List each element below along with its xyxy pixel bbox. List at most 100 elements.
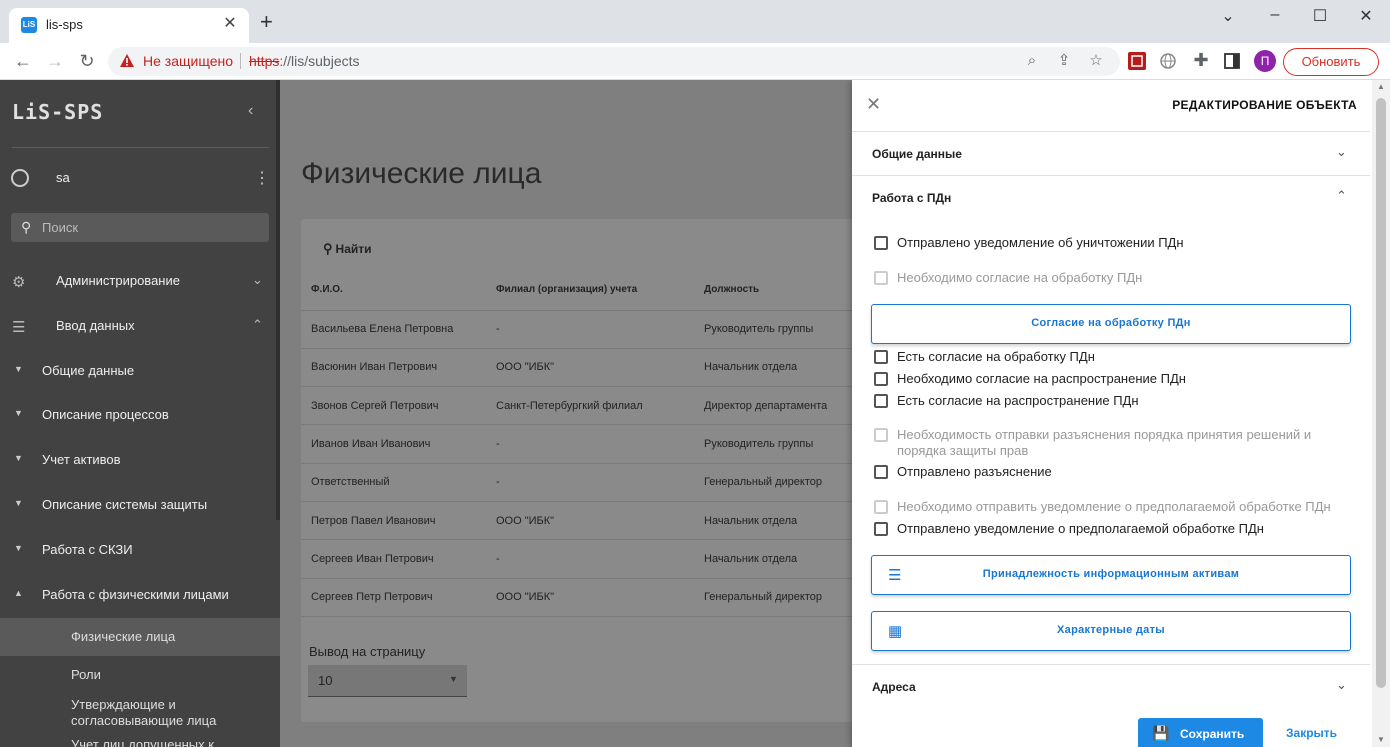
- zoom-icon[interactable]: ⌕: [1022, 51, 1042, 71]
- back-icon[interactable]: ←: [12, 51, 34, 71]
- cell-name: Звонов Сергей Петрович: [301, 386, 486, 426]
- checkbox-label: Есть согласие на обработку ПДн: [897, 349, 1095, 364]
- table-row[interactable]: Иванов Иван Иванович - Руководитель группы: [301, 424, 871, 464]
- persons-table: Ф.И.О. Филиал (организация) учета Должно…: [301, 270, 871, 617]
- warning-icon: [120, 54, 134, 67]
- sidebar-item-label: Описание процессов: [42, 407, 169, 422]
- cell-name: Васильева Елена Петровна: [301, 310, 486, 349]
- tab-search-icon[interactable]: ⌄: [1213, 6, 1243, 26]
- update-button[interactable]: Обновить: [1283, 48, 1379, 76]
- sidebar-item-label: Работа с СКЗИ: [42, 542, 133, 557]
- consent-button[interactable]: Согласие на обработку ПДн: [871, 304, 1351, 344]
- side-panel-icon[interactable]: [1223, 52, 1241, 70]
- table-header-row: Ф.И.О. Филиал (организация) учета Должно…: [301, 270, 871, 311]
- accordion-title: Работа с ПДн: [872, 191, 952, 205]
- triangle-down-icon: ▼: [14, 364, 23, 374]
- drawer-scrollbar[interactable]: ▲ ▼: [1372, 80, 1390, 747]
- checkbox-label: Отправлено уведомление об уничтожении ПД…: [897, 235, 1184, 250]
- table-row[interactable]: Петров Павел Иванович ООО "ИБК" Начальник …: [301, 501, 871, 541]
- sidebar-item-label: Физические лица: [71, 629, 176, 644]
- checkbox: [874, 428, 888, 442]
- accordion-addresses[interactable]: Адреса ⌄: [852, 664, 1370, 708]
- share-icon[interactable]: ⇪: [1054, 51, 1074, 71]
- column-header-branch[interactable]: Филиал (организация) учета: [486, 270, 694, 311]
- scroll-thumb[interactable]: [1376, 98, 1386, 688]
- cell-position: Руководитель группы: [694, 310, 871, 349]
- assets-button[interactable]: ☰ Принадлежность информационным активам: [871, 555, 1351, 595]
- checkbox[interactable]: [874, 350, 888, 364]
- sidebar-item-administration[interactable]: ⚙ Администрирование ⌄: [0, 263, 280, 299]
- sidebar-item-data-input[interactable]: ☰ Ввод данных ⌃: [0, 308, 280, 344]
- accordion-general[interactable]: Общие данные ⌄: [852, 131, 1370, 175]
- page-title: Физические лица: [301, 157, 542, 190]
- sidebar-subitem-skzi[interactable]: ▼ Работа с СКЗИ: [0, 532, 280, 568]
- checkbox[interactable]: [874, 465, 888, 479]
- browser-tab[interactable]: LiS lis-sps ✕: [9, 8, 249, 43]
- address-bar[interactable]: Не защищено https://lis/subjects ⌕ ⇪ ☆: [108, 47, 1120, 76]
- checkbox[interactable]: [874, 372, 888, 386]
- sidebar-item-individuals[interactable]: Физические лица: [0, 618, 280, 656]
- tab-close-icon[interactable]: ✕: [221, 15, 239, 33]
- close-button[interactable]: Закрыть: [1286, 726, 1337, 740]
- browser-tabstrip: LiS lis-sps ✕ + ⌄ – ☐ ✕: [0, 0, 1390, 43]
- edit-drawer: ✕ РЕДАКТИРОВАНИЕ ОБЪЕКТА Общие данные ⌄ …: [852, 80, 1372, 747]
- cell-branch: Санкт-Петербургкий филиал: [486, 386, 694, 426]
- sidebar-search-input[interactable]: ⚲ Поиск: [11, 213, 269, 242]
- bookmark-star-icon[interactable]: ☆: [1086, 51, 1106, 71]
- sidebar-subitem-general[interactable]: ▼ Общие данные: [0, 353, 280, 389]
- per-page-select[interactable]: 10 ▼: [308, 665, 467, 697]
- save-button[interactable]: 💾 Сохранить: [1138, 718, 1263, 747]
- search-placeholder: Поиск: [42, 220, 79, 235]
- collapse-sidebar-icon[interactable]: ‹: [248, 102, 253, 120]
- cell-position: Начальник отдела: [694, 539, 871, 579]
- close-icon[interactable]: ✕: [866, 94, 881, 115]
- sidebar-subitem-protection[interactable]: ▼ Описание системы защиты: [0, 487, 280, 523]
- cell-position: Руководитель группы: [694, 424, 871, 464]
- scroll-down-icon[interactable]: ▼: [1377, 735, 1385, 744]
- sidebar-subitem-assets[interactable]: ▼ Учет активов: [0, 442, 280, 478]
- table-row[interactable]: Сергеев Иван Петрович - Начальник отдела: [301, 539, 871, 579]
- globe-icon[interactable]: [1159, 52, 1177, 70]
- table-row[interactable]: Звонов Сергей Петрович Санкт-Петербургкий…: [301, 386, 871, 426]
- user-icon: [11, 169, 29, 187]
- table-row[interactable]: Сергеев Петр Петрович ООО "ИБК" Генеральны…: [301, 578, 871, 617]
- scroll-up-icon[interactable]: ▲: [1377, 82, 1385, 91]
- column-header-name[interactable]: Ф.И.О.: [301, 270, 486, 311]
- accordion-pdn[interactable]: Работа с ПДн ⌃: [852, 175, 1370, 219]
- table-row[interactable]: Васюнин Иван Петрович ООО "ИБК" Начальник …: [301, 348, 871, 388]
- forward-icon[interactable]: →: [44, 51, 66, 71]
- sidebar-item-admitted[interactable]: Учет лиц допущенных к: [0, 737, 280, 747]
- profile-avatar[interactable]: П: [1254, 50, 1276, 72]
- sidebar-subitem-processes[interactable]: ▼ Описание процессов: [0, 397, 280, 433]
- chevron-down-icon: ⌄: [1336, 144, 1347, 159]
- logo: LiS-SPS: [12, 100, 104, 124]
- find-button[interactable]: ⚲ Найти: [323, 241, 372, 257]
- sidebar-item-approvers[interactable]: Утверждающие и согласовывающие лица: [0, 697, 280, 733]
- sidebar-item-roles[interactable]: Роли: [0, 665, 280, 695]
- minimize-icon[interactable]: –: [1260, 6, 1290, 24]
- checkbox[interactable]: [874, 394, 888, 408]
- cell-position: Начальник отдела: [694, 348, 871, 388]
- column-header-position[interactable]: Должность: [694, 270, 871, 311]
- person-search-icon: ⚲: [323, 241, 333, 256]
- table-row[interactable]: Васильева Елена Петровна - Руководитель гр…: [301, 310, 871, 349]
- user-menu-icon[interactable]: ⋮: [254, 168, 270, 188]
- checkbox[interactable]: [874, 236, 888, 250]
- sidebar-item-label: Ввод данных: [56, 318, 135, 333]
- extension-icon[interactable]: [1128, 52, 1146, 70]
- table-row[interactable]: Ответственный - Генеральный директор: [301, 463, 871, 502]
- dates-button-label: Характерные даты: [1057, 624, 1165, 636]
- cell-branch: -: [486, 424, 694, 464]
- checkbox-label: Отправлено уведомление о предполагаемой …: [897, 521, 1264, 536]
- window-close-icon[interactable]: ✕: [1351, 6, 1381, 26]
- new-tab-icon[interactable]: +: [260, 11, 273, 33]
- puzzle-icon[interactable]: ✚: [1190, 50, 1212, 70]
- maximize-icon[interactable]: ☐: [1305, 6, 1335, 26]
- dates-button[interactable]: ▦ Характерные даты: [871, 611, 1351, 651]
- checkbox[interactable]: [874, 522, 888, 536]
- sidebar-subitem-persons[interactable]: ▲ Работа с физическими лицами: [0, 577, 280, 613]
- cell-name: Ответственный: [301, 463, 486, 502]
- chevron-down-icon: ⌄: [252, 272, 263, 287]
- reload-icon[interactable]: ↻: [76, 51, 98, 71]
- sidebar-item-label: Утверждающие и согласовывающие лица: [71, 697, 217, 728]
